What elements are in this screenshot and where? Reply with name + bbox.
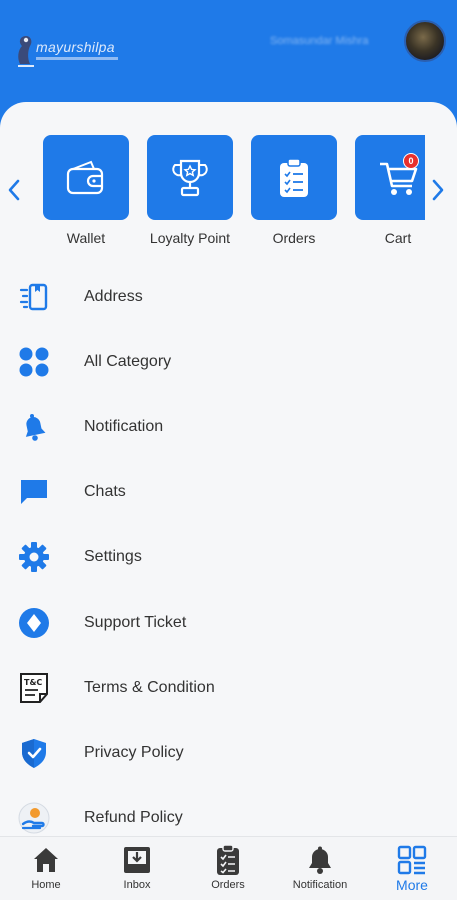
menu-list: Address All Category Notification Chats …	[0, 264, 457, 842]
quick-action-cart[interactable]: 0 Cart	[355, 135, 425, 246]
chevron-left-icon	[8, 179, 20, 201]
address-icon	[17, 280, 51, 314]
nav-label: Orders	[211, 879, 245, 891]
cart-count-badge: 0	[403, 153, 419, 169]
menu-item-terms-condition[interactable]: T&C Terms & Condition	[0, 655, 457, 720]
nav-orders[interactable]: Orders	[188, 843, 268, 891]
nav-label: More	[396, 877, 428, 893]
bell-icon	[17, 410, 51, 444]
menu-item-label: Chats	[84, 483, 126, 501]
menu-item-label: Refund Policy	[84, 809, 183, 827]
chevron-right-icon	[432, 179, 444, 201]
quick-action-label: Wallet	[66, 230, 106, 246]
menu-item-notification[interactable]: Notification	[0, 394, 457, 459]
nav-inbox[interactable]: Inbox	[97, 843, 177, 891]
nav-label: Notification	[292, 879, 348, 891]
quick-action-tile	[43, 135, 129, 220]
menu-item-label: Address	[84, 287, 143, 305]
menu-item-support-ticket[interactable]: Support Ticket	[0, 590, 457, 655]
menu-item-label: Notification	[84, 417, 164, 435]
logo-tagline	[36, 57, 118, 60]
peacock-icon	[18, 36, 34, 67]
quick-action-label: Loyalty Point	[149, 230, 231, 246]
nav-label: Inbox	[123, 879, 151, 891]
category-icon	[17, 345, 51, 379]
menu-item-label: All Category	[84, 352, 172, 370]
avatar[interactable]	[404, 20, 446, 62]
scroll-right-button[interactable]	[428, 177, 448, 203]
logo-text: mayurshilpa	[36, 39, 115, 55]
more-grid-icon	[372, 843, 452, 877]
nav-notification[interactable]: Notification	[280, 843, 360, 891]
inbox-icon	[97, 843, 177, 877]
nav-home[interactable]: Home	[6, 843, 86, 891]
nav-more[interactable]: More	[372, 843, 452, 893]
quick-action-wallet[interactable]: Wallet	[43, 135, 129, 246]
chat-icon	[17, 475, 51, 509]
trophy-icon	[172, 159, 208, 196]
menu-item-privacy-policy[interactable]: Privacy Policy	[0, 720, 457, 785]
quick-action-tile	[147, 135, 233, 220]
orders-icon	[188, 843, 268, 877]
quick-action-tile: 0	[355, 135, 425, 220]
quick-action-orders[interactable]: Orders	[251, 135, 337, 246]
menu-sheet: Wallet Loyalty Point Orders 0 Cart Addre…	[0, 102, 457, 842]
bottom-navigation: Home Inbox Orders Notification More	[0, 836, 457, 900]
brand-logo[interactable]: mayurshilpa	[14, 30, 124, 74]
menu-item-refund-policy[interactable]: Refund Policy	[0, 786, 457, 843]
quick-action-label: Cart	[384, 230, 412, 246]
menu-item-label: Settings	[84, 548, 142, 566]
menu-item-chats[interactable]: Chats	[0, 460, 457, 525]
terms-icon: T&C	[17, 671, 51, 705]
user-name: Somasundar Mishra	[270, 35, 369, 47]
shield-icon	[17, 736, 51, 770]
refund-icon	[17, 801, 51, 835]
wallet-icon	[66, 160, 104, 194]
nav-label: Home	[31, 879, 61, 891]
home-icon	[6, 843, 86, 877]
scroll-left-button[interactable]	[4, 177, 24, 203]
menu-item-label: Terms & Condition	[84, 678, 215, 696]
menu-item-address[interactable]: Address	[0, 264, 457, 329]
menu-item-settings[interactable]: Settings	[0, 525, 457, 590]
gear-icon	[17, 540, 51, 574]
bell-icon	[280, 843, 360, 877]
quick-action-label: Orders	[272, 230, 316, 246]
support-ticket-icon	[17, 606, 51, 640]
quick-action-tile	[251, 135, 337, 220]
menu-item-label: Support Ticket	[84, 613, 187, 631]
menu-item-label: Privacy Policy	[84, 743, 184, 761]
quick-action-loyalty-point[interactable]: Loyalty Point	[147, 135, 233, 246]
clipboard-icon	[280, 157, 308, 197]
terms-icon-text: T&C	[24, 678, 42, 687]
menu-item-all-category[interactable]: All Category	[0, 329, 457, 394]
